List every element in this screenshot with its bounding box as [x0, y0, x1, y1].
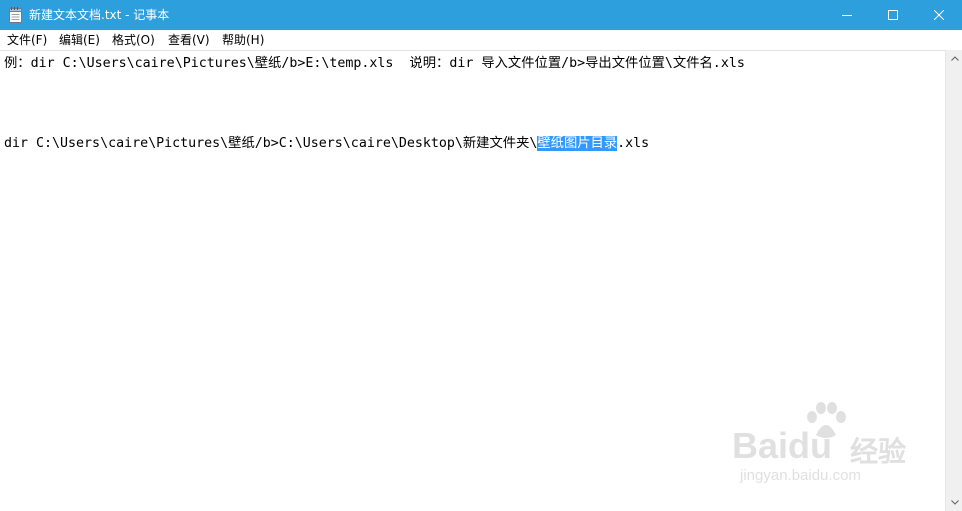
chevron-up-icon [950, 56, 959, 61]
baidu-watermark: Baidu 经验 jingyan.baidu.com [732, 402, 912, 495]
title-bar[interactable]: 新建文本文档.txt - 记事本 [0, 0, 962, 30]
menu-view[interactable]: 查看(V) [168, 32, 210, 48]
text-line-2-prefix: dir C:\Users\caire\Pictures\壁纸/b>C:\User… [4, 136, 538, 151]
scroll-up-button[interactable] [946, 50, 962, 67]
minimize-button[interactable] [824, 0, 870, 30]
menu-help[interactable]: 帮助(H) [222, 32, 264, 48]
window-title: 新建文本文档.txt - 记事本 [29, 8, 170, 22]
minimize-icon [842, 15, 852, 16]
close-button[interactable] [916, 0, 962, 30]
selected-text: 壁纸图片目录 [537, 136, 618, 151]
scroll-down-button[interactable] [946, 494, 962, 511]
menu-file[interactable]: 文件(F) [7, 32, 47, 48]
text-line-2: dir C:\Users\caire\Pictures\壁纸/b>C:\User… [4, 134, 649, 154]
watermark-suffix: 经验 [850, 436, 907, 467]
maximize-button[interactable] [870, 0, 916, 30]
vertical-scrollbar[interactable] [945, 50, 962, 511]
notepad-icon [9, 7, 22, 23]
text-line-1: 例：dir C:\Users\caire\Pictures\壁纸/b>E:\te… [4, 56, 745, 71]
watermark-url: jingyan.baidu.com [740, 467, 861, 484]
close-icon [934, 10, 944, 20]
maximize-icon [888, 10, 898, 20]
watermark-brand: Baidu [732, 425, 833, 466]
menu-edit[interactable]: 编辑(E) [59, 32, 100, 48]
text-line-2-suffix: .xls [617, 136, 650, 151]
menu-format[interactable]: 格式(O) [112, 32, 155, 48]
menu-bar: 文件(F) 编辑(E) 格式(O) 查看(V) 帮助(H) [0, 30, 962, 50]
chevron-down-icon [950, 500, 959, 505]
